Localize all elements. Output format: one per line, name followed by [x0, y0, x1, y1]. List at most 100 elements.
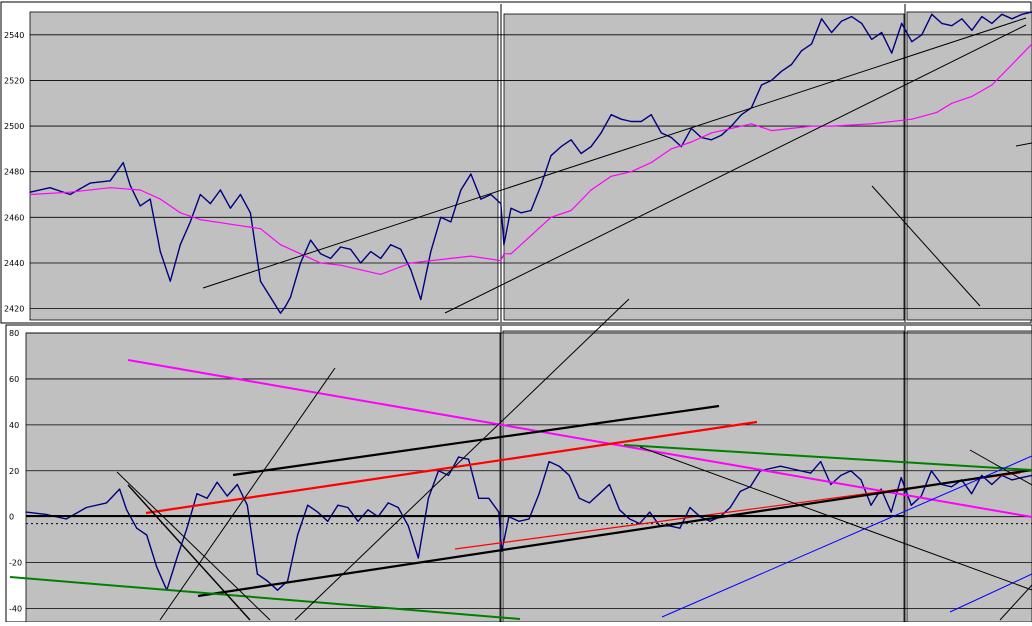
- data-point-top-moving-average-40: [936, 111, 938, 113]
- data-point-top-price-90: [951, 25, 953, 27]
- data-point-top-moving-average-31: [710, 132, 713, 134]
- data-point-top-moving-average-13: [360, 269, 362, 271]
- data-point-top-moving-average-0: [29, 193, 31, 196]
- data-point-bottom-oscillator-42: [478, 497, 480, 499]
- data-point-top-price-94: [991, 22, 993, 24]
- data-point-top-moving-average-3: [139, 189, 141, 191]
- data-point-top-price-93: [981, 16, 983, 18]
- data-point-bottom-oscillator-12: [186, 527, 188, 529]
- data-point-bottom-oscillator-22: [281, 585, 284, 587]
- data-point-top-moving-average-15: [410, 262, 412, 264]
- top-plot-area-3: [906, 11, 1032, 321]
- data-point-top-price-58: [630, 120, 632, 123]
- data-point-top-moving-average-14: [380, 273, 382, 275]
- data-point-bottom-oscillator-47: [518, 520, 520, 522]
- data-point-bottom-oscillator-9: [156, 566, 158, 568]
- data-point-top-price-82: [871, 38, 873, 41]
- data-point-top-price-22: [284, 305, 287, 307]
- data-point-top-price-23: [289, 296, 292, 298]
- data-point-top-price-7: [139, 205, 141, 207]
- data-point-top-price-37: [430, 251, 432, 253]
- data-point-top-moving-average-21: [510, 253, 512, 255]
- data-point-bottom-oscillator-0: [25, 511, 27, 513]
- data-point-bottom-oscillator-68: [729, 506, 731, 509]
- data-point-top-price-47: [520, 212, 522, 214]
- data-point-bottom-oscillator-50: [548, 461, 550, 463]
- data-point-bottom-oscillator-18: [246, 504, 248, 506]
- data-point-top-price-15: [219, 189, 221, 191]
- data-point-top-moving-average-17: [450, 257, 452, 259]
- data-point-bottom-oscillator-17: [236, 483, 238, 486]
- data-point-top-price-49: [540, 184, 542, 186]
- y-tick-label-top-4: 2500: [4, 122, 24, 131]
- data-point-top-price-53: [580, 152, 582, 155]
- data-point-top-moving-average-32: [730, 127, 733, 129]
- data-point-top-price-45: [503, 244, 505, 246]
- data-point-bottom-oscillator-27: [327, 520, 329, 522]
- data-point-top-price-88: [931, 13, 933, 15]
- data-point-bottom-oscillator-24: [297, 534, 299, 536]
- data-point-top-price-28: [340, 246, 342, 248]
- data-point-bottom-oscillator-25: [307, 504, 309, 506]
- data-point-top-price-89: [941, 22, 943, 24]
- data-point-top-price-74: [790, 63, 793, 66]
- data-point-bottom-oscillator-52: [568, 474, 570, 476]
- data-point-top-price-44: [500, 203, 502, 205]
- data-point-top-price-84: [891, 52, 893, 54]
- data-point-top-price-80: [851, 16, 853, 18]
- data-point-top-price-5: [122, 162, 124, 164]
- data-point-top-price-95: [1001, 13, 1003, 15]
- data-point-bottom-oscillator-96: [1011, 479, 1013, 481]
- data-point-bottom-oscillator-8: [146, 534, 148, 536]
- data-point-bottom-oscillator-66: [709, 520, 711, 522]
- data-point-top-price-67: [720, 134, 723, 136]
- data-point-bottom-oscillator-54: [588, 502, 591, 504]
- data-point-top-price-2: [69, 193, 71, 196]
- data-point-bottom-oscillator-1: [45, 513, 47, 516]
- y-tick-label-top-0: 2420: [4, 305, 24, 314]
- data-point-top-moving-average-12: [340, 264, 342, 266]
- data-point-top-price-83: [881, 31, 883, 34]
- data-point-top-moving-average-37: [831, 125, 833, 127]
- data-point-top-price-25: [310, 239, 312, 241]
- y-tick-label-bottom-1: -20: [9, 559, 22, 568]
- data-point-top-price-97: [1021, 13, 1023, 15]
- data-point-bottom-oscillator-15: [216, 481, 218, 483]
- data-point-top-moving-average-6: [199, 219, 201, 221]
- data-point-top-price-34: [400, 248, 402, 250]
- y-tick-label-top-6: 2540: [4, 31, 24, 40]
- data-point-top-moving-average-11: [320, 262, 322, 264]
- data-point-bottom-oscillator-82: [870, 504, 872, 506]
- data-point-top-moving-average-20: [503, 253, 505, 255]
- data-point-bottom-oscillator-49: [538, 493, 540, 495]
- data-point-top-moving-average-1: [69, 191, 71, 193]
- data-point-top-price-55: [600, 132, 602, 134]
- data-point-top-price-66: [710, 139, 713, 141]
- data-point-top-price-87: [921, 34, 923, 36]
- data-point-top-moving-average-22: [530, 235, 532, 237]
- data-point-bottom-oscillator-40: [458, 456, 460, 458]
- data-point-bottom-oscillator-35: [407, 525, 409, 527]
- data-point-bottom-oscillator-83: [880, 488, 882, 490]
- data-point-top-price-79: [841, 20, 843, 22]
- data-point-bottom-oscillator-2: [65, 518, 67, 520]
- data-point-top-price-40: [460, 189, 462, 191]
- top-plot-area-1: [29, 11, 499, 321]
- data-point-bottom-oscillator-55: [598, 493, 601, 495]
- y-tick-label-top-1: 2440: [4, 259, 24, 268]
- data-point-top-moving-average-35: [790, 127, 793, 129]
- data-point-top-moving-average-26: [610, 175, 612, 177]
- data-point-top-price-41: [470, 173, 472, 175]
- data-point-top-price-61: [660, 132, 662, 134]
- data-point-top-price-78: [831, 31, 833, 34]
- data-point-top-price-96: [1011, 18, 1013, 20]
- data-point-top-price-46: [510, 207, 512, 209]
- data-point-top-moving-average-9: [279, 244, 282, 246]
- data-point-top-price-12: [189, 221, 191, 223]
- data-point-bottom-oscillator-5: [119, 488, 121, 490]
- data-point-bottom-oscillator-48: [528, 518, 530, 520]
- data-point-bottom-oscillator-88: [930, 470, 933, 472]
- data-point-top-moving-average-36: [811, 125, 813, 127]
- data-point-bottom-oscillator-37: [427, 497, 429, 499]
- data-point-bottom-oscillator-75: [800, 470, 802, 472]
